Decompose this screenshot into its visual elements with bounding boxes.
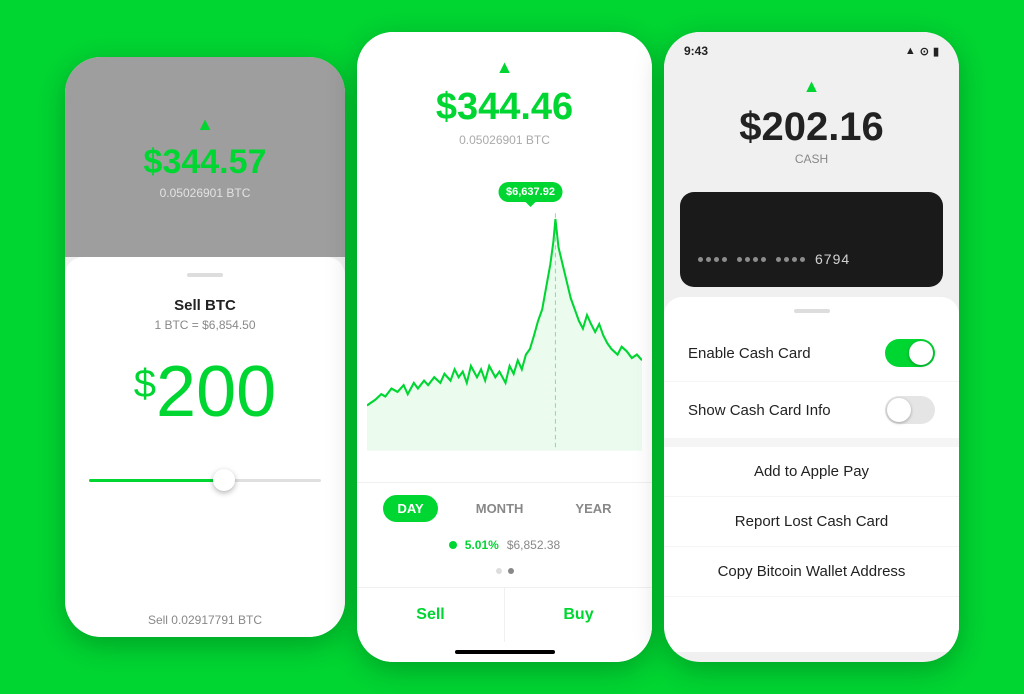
enable-cash-card-toggle[interactable] <box>885 339 935 367</box>
screen2-balance-usd: $344.46 <box>436 86 573 129</box>
chart-stats: 5.01% $6,852.38 <box>357 530 652 564</box>
sell-btc-label: Sell 0.02917791 BTC <box>148 613 262 627</box>
page-dot-1 <box>496 568 502 574</box>
card-dot <box>800 257 805 262</box>
card-number: 6794 <box>815 251 850 267</box>
add-apple-pay-button[interactable]: Add to Apple Pay <box>664 447 959 497</box>
card-dot <box>784 257 789 262</box>
action-sheet: Enable Cash Card Show Cash Card Info Add… <box>664 297 959 652</box>
status-bar: 9:43 ▲ ⊙ ▮ <box>664 32 959 66</box>
card-dot <box>792 257 797 262</box>
tab-year[interactable]: YEAR <box>561 495 625 522</box>
stat-price: $6,852.38 <box>507 538 560 552</box>
card-dot <box>698 257 703 262</box>
buy-button[interactable]: Buy <box>505 588 652 642</box>
enable-cash-card-label: Enable Cash Card <box>688 345 811 362</box>
screens-container: ▲ $344.57 0.05026901 BTC Sell BTC 1 BTC … <box>45 12 979 682</box>
slider-track <box>89 479 321 482</box>
enable-cash-card-row: Enable Cash Card <box>664 325 959 382</box>
action-sheet-handle[interactable] <box>794 309 830 313</box>
card-dot-group-3 <box>776 257 805 262</box>
sell-buy-bar: Sell Buy <box>357 587 652 642</box>
card-dot <box>761 257 766 262</box>
home-bar <box>357 642 652 662</box>
screen2-top: ▲ $344.46 0.05026901 BTC <box>357 32 652 172</box>
card-dot <box>776 257 781 262</box>
battery-icon: ▮ <box>933 45 939 58</box>
screen1-balance-usd: $344.57 <box>144 143 267 182</box>
slider-thumb[interactable] <box>213 469 235 491</box>
card-dots: 6794 <box>698 251 850 267</box>
chart-tooltip: $6,637.92 <box>498 182 563 202</box>
page-dot-2 <box>508 568 514 574</box>
screen2-balance-btc: 0.05026901 BTC <box>459 133 550 147</box>
screen1-top: ▲ $344.57 0.05026901 BTC <box>65 57 345 257</box>
slider-fill <box>89 479 228 482</box>
card-dot-group-2 <box>737 257 766 262</box>
status-time: 9:43 <box>684 44 708 58</box>
sheet-handle[interactable] <box>187 273 223 277</box>
show-cash-card-info-label: Show Cash Card Info <box>688 402 831 419</box>
cash-card: 6794 <box>680 192 943 287</box>
card-dot <box>706 257 711 262</box>
card-dot <box>753 257 758 262</box>
sell-rate: 1 BTC = $6,854.50 <box>154 318 255 332</box>
screen3-content: ▲ $202.16 CASH <box>664 66 959 652</box>
chevron-up-icon[interactable]: ▲ <box>196 114 214 135</box>
toggle-thumb-off-icon <box>887 398 911 422</box>
stat-dot-icon <box>449 541 457 549</box>
screen3-top: ▲ $202.16 CASH <box>664 66 959 182</box>
screen3-chevron-up-icon[interactable]: ▲ <box>803 76 821 97</box>
tab-day[interactable]: DAY <box>383 495 437 522</box>
dollar-sign: $ <box>134 364 156 404</box>
status-icons: ▲ ⊙ ▮ <box>905 45 939 58</box>
card-dot-group-1 <box>698 257 727 262</box>
screen1-sell-btc: ▲ $344.57 0.05026901 BTC Sell BTC 1 BTC … <box>65 57 345 637</box>
btc-chart-svg <box>367 202 642 462</box>
screen3-cash-card: 9:43 ▲ ⊙ ▮ ▲ $202.16 CASH <box>664 32 959 662</box>
sell-button[interactable]: Sell <box>357 588 505 642</box>
screen1-balance-btc: 0.05026901 BTC <box>160 186 251 200</box>
copy-bitcoin-wallet-address-button[interactable]: Copy Bitcoin Wallet Address <box>664 547 959 597</box>
chart-pagination <box>357 564 652 578</box>
screen3-balance-usd: $202.16 <box>739 105 884 150</box>
time-tabs: DAY MONTH YEAR <box>357 482 652 530</box>
sell-amount: $200 <box>134 356 276 428</box>
card-dot <box>745 257 750 262</box>
screen2-btc-chart: ▲ $344.46 0.05026901 BTC $6,637.92 DAY M… <box>357 32 652 662</box>
card-dot <box>737 257 742 262</box>
screen1-bottom-sheet: Sell BTC 1 BTC = $6,854.50 $200 Sell 0.0… <box>65 257 345 637</box>
chart-section: $6,637.92 <box>357 172 652 482</box>
home-indicator <box>455 650 555 654</box>
show-cash-card-info-toggle[interactable] <box>885 396 935 424</box>
toggle-thumb-icon <box>909 341 933 365</box>
sell-title: Sell BTC <box>174 297 236 314</box>
report-lost-cash-card-button[interactable]: Report Lost Cash Card <box>664 497 959 547</box>
signal-icon: ▲ <box>905 45 916 57</box>
card-dot <box>714 257 719 262</box>
show-cash-card-info-row: Show Cash Card Info <box>664 382 959 439</box>
stat-percent: 5.01% <box>465 538 499 552</box>
action-divider <box>664 439 959 447</box>
card-dot <box>722 257 727 262</box>
screen3-balance-label: CASH <box>795 152 828 166</box>
tab-month[interactable]: MONTH <box>462 495 538 522</box>
wifi-icon: ⊙ <box>920 45 929 58</box>
amount-slider[interactable] <box>89 468 321 492</box>
screen2-chevron-up-icon[interactable]: ▲ <box>496 57 514 78</box>
